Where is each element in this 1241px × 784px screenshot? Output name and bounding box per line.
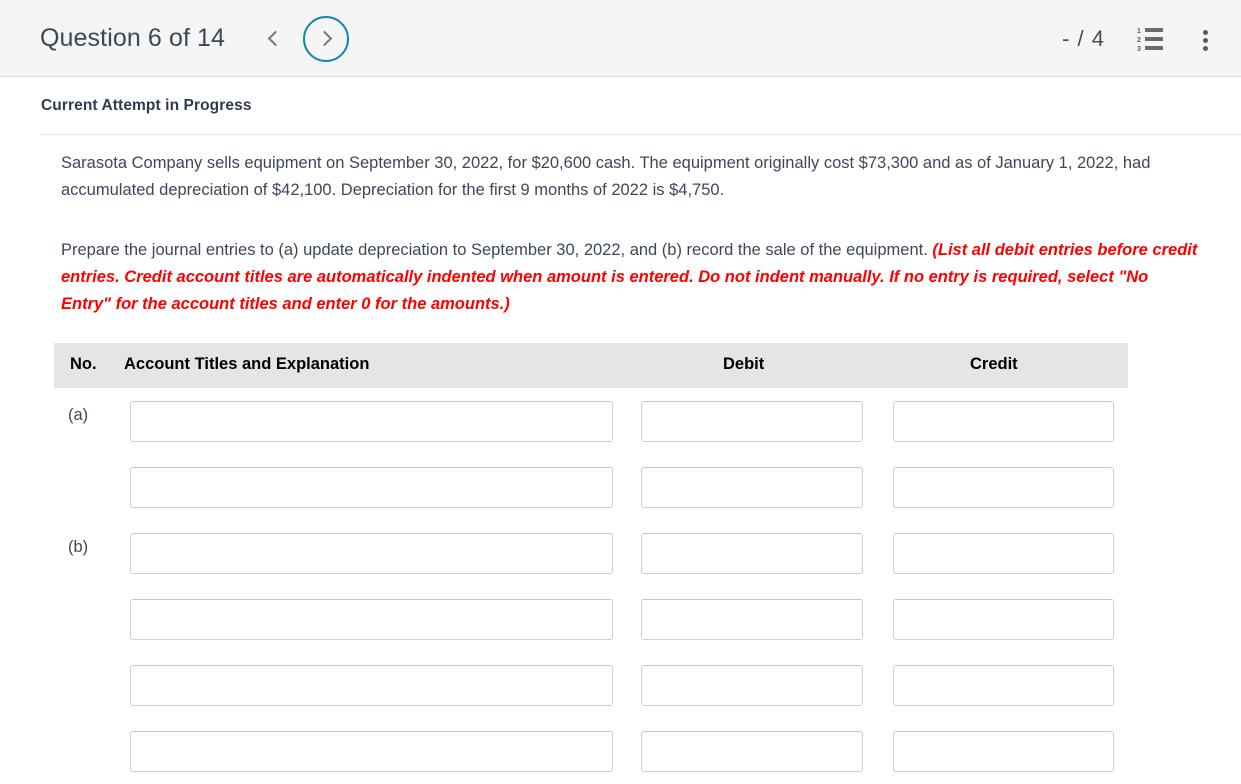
content-divider <box>41 134 1241 135</box>
question-list-icon[interactable]: 1 2 3 <box>1137 27 1163 53</box>
debit-amount-input[interactable] <box>641 467 863 508</box>
question-header-bar: Question 6 of 14 - / 4 1 2 3 <box>0 0 1241 77</box>
table-row: (a) <box>54 388 1128 454</box>
question-instruction-text: Prepare the journal entries to (a) updat… <box>61 237 1201 318</box>
instruction-plain: Prepare the journal entries to (a) updat… <box>61 241 933 259</box>
table-header-row: No. Account Titles and Explanation Debit… <box>54 343 1128 388</box>
list-number-1: 1 <box>1137 27 1141 35</box>
table-row <box>54 586 1128 652</box>
list-bar-2 <box>1145 36 1163 41</box>
page-title: Question 6 of 14 <box>40 24 226 52</box>
list-bar-3 <box>1145 45 1163 50</box>
journal-entry-table: No. Account Titles and Explanation Debit… <box>54 343 1128 784</box>
account-title-input[interactable] <box>130 533 613 574</box>
credit-amount-input[interactable] <box>893 665 1114 706</box>
table-row: (b) <box>54 520 1128 586</box>
dot-3 <box>1203 45 1208 51</box>
column-header-no: No. <box>70 355 97 373</box>
account-title-input[interactable] <box>130 665 613 706</box>
credit-amount-input[interactable] <box>893 401 1114 442</box>
account-title-input[interactable] <box>130 731 613 772</box>
credit-amount-input[interactable] <box>893 731 1114 772</box>
account-title-input[interactable] <box>130 467 613 508</box>
dot-2 <box>1203 37 1208 43</box>
credit-amount-input[interactable] <box>893 533 1114 574</box>
chevron-left-icon <box>267 30 284 47</box>
debit-amount-input[interactable] <box>641 401 863 442</box>
next-question-button[interactable] <box>303 15 350 62</box>
dot-1 <box>1203 29 1208 35</box>
debit-amount-input[interactable] <box>641 599 863 640</box>
more-options-icon[interactable] <box>1195 26 1217 52</box>
debit-amount-input[interactable] <box>641 665 863 706</box>
account-title-input[interactable] <box>130 599 613 640</box>
list-number-3: 3 <box>1137 45 1141 53</box>
account-title-input[interactable] <box>130 401 613 442</box>
header-left-group: Question 6 of 14 <box>40 0 350 77</box>
table-row <box>54 718 1128 784</box>
score-display: - / 4 <box>1062 25 1105 51</box>
attempt-status-label: Current Attempt in Progress <box>41 97 252 114</box>
row-label: (b) <box>68 538 89 556</box>
list-number-2: 2 <box>1137 36 1141 44</box>
column-header-credit: Credit <box>970 355 1018 373</box>
column-header-account: Account Titles and Explanation <box>124 355 370 373</box>
header-right-group: - / 4 1 2 3 <box>1062 0 1223 77</box>
debit-amount-input[interactable] <box>641 731 863 772</box>
table-row <box>54 652 1128 718</box>
previous-question-button[interactable] <box>261 26 287 52</box>
question-scenario-text: Sarasota Company sells equipment on Sept… <box>61 154 1151 199</box>
credit-amount-input[interactable] <box>893 467 1114 508</box>
row-label: (a) <box>68 406 89 424</box>
table-row <box>54 454 1128 520</box>
debit-amount-input[interactable] <box>641 533 863 574</box>
credit-amount-input[interactable] <box>893 599 1114 640</box>
list-bar-1 <box>1145 27 1163 32</box>
chevron-right-icon <box>316 30 333 47</box>
column-header-debit: Debit <box>723 355 765 373</box>
